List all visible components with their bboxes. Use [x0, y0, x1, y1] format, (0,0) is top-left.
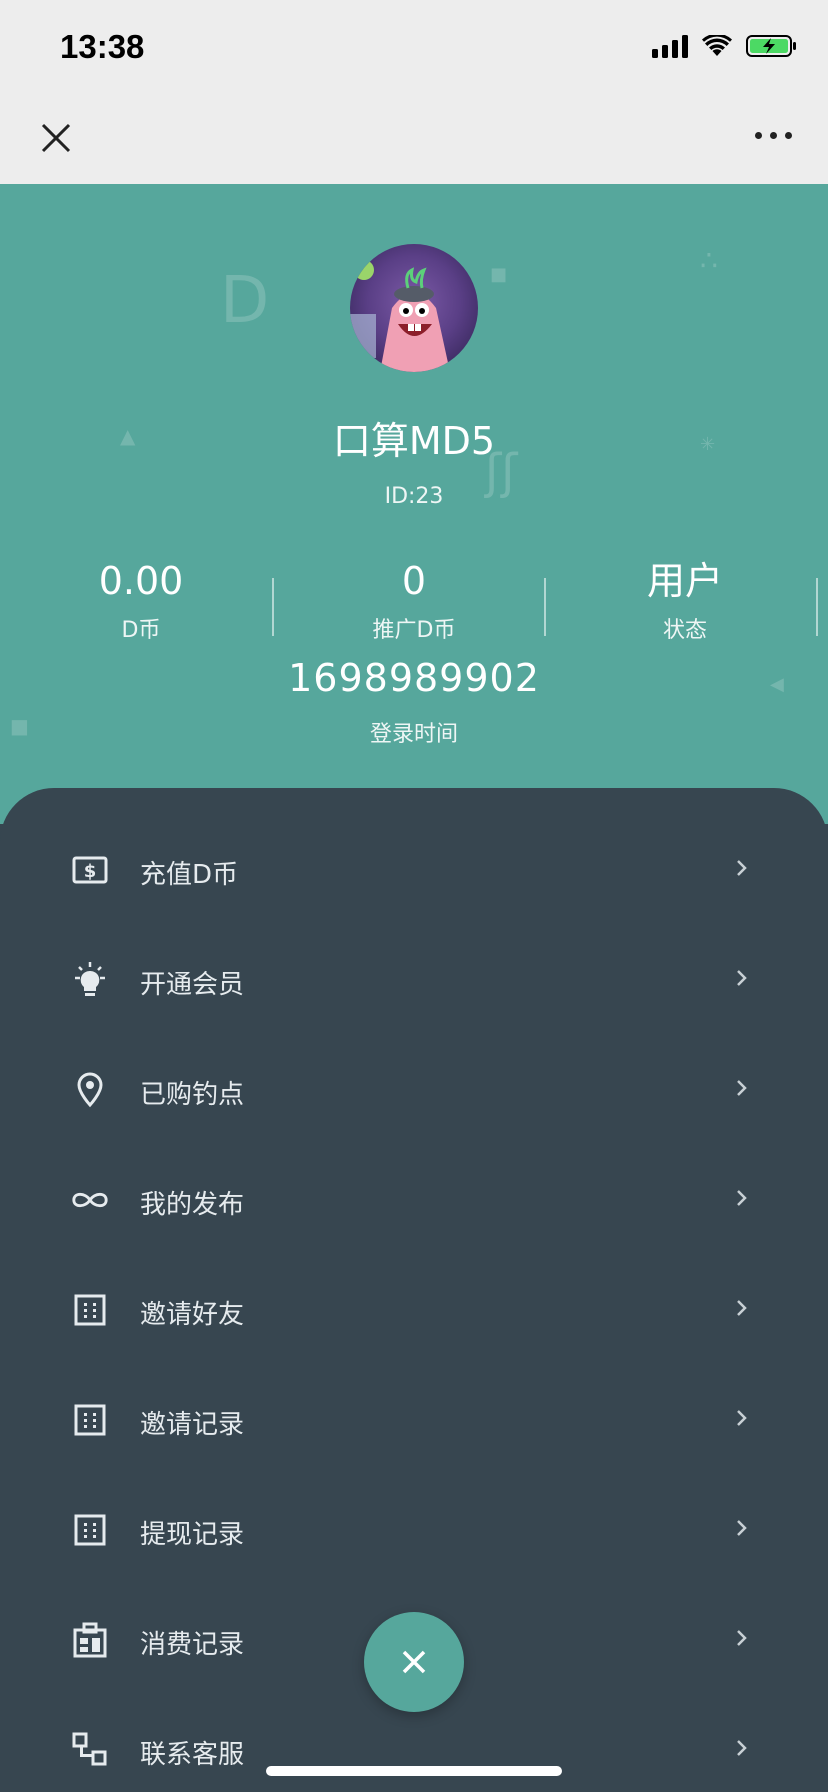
- menu-item-purchased-spots[interactable]: 已购钓点: [0, 1034, 828, 1144]
- decoration-icon: D: [220, 264, 270, 338]
- stat-value: 0.00: [98, 559, 184, 603]
- stats-row: 0.00 D币 0 推广D币 用户 状态: [0, 556, 828, 656]
- profile-header: D ʃʃ ∴ ▲ ■ ◀ ■ ✳ 口算MD5 ID:23 0.00 D币 0 推…: [0, 184, 828, 824]
- chevron-right-icon: [734, 1516, 750, 1540]
- nav-bar: [0, 92, 828, 184]
- login-time-value: 1698989902: [288, 656, 540, 700]
- chevron-right-icon: [734, 1296, 750, 1320]
- dotted-grid-icon: [70, 1400, 110, 1440]
- decoration-icon: ■: [490, 264, 508, 285]
- menu-item-label: 充值D币: [140, 860, 239, 890]
- decoration-icon: ∴: [700, 244, 718, 277]
- avatar[interactable]: [350, 244, 478, 372]
- chevron-right-icon: [734, 856, 750, 880]
- menu-item-label: 已购钓点: [140, 1080, 245, 1110]
- infinity-icon: [70, 1180, 110, 1220]
- stat-label: 推广D币: [372, 618, 456, 643]
- location-pin-icon: [70, 1070, 110, 1110]
- profile-name: 口算MD5: [332, 419, 496, 463]
- dotted-grid-icon: [70, 1510, 110, 1550]
- menu-item-invite-friends[interactable]: 邀请好友: [0, 1254, 828, 1364]
- widgets-icon: [70, 1730, 110, 1770]
- stats-divider: [544, 578, 546, 636]
- chevron-right-icon: [734, 1626, 750, 1650]
- menu-item-my-posts[interactable]: 我的发布: [0, 1144, 828, 1254]
- menu-item-invite-records[interactable]: 邀请记录: [0, 1364, 828, 1474]
- chevron-right-icon: [734, 1736, 750, 1760]
- menu-item-label: 邀请记录: [140, 1410, 245, 1440]
- stat-promo-d-coin[interactable]: 0 推广D币: [278, 556, 550, 644]
- stat-label: D币: [121, 618, 161, 643]
- stat-value: 用户: [646, 559, 723, 603]
- battery-charging-icon: [746, 34, 798, 58]
- building-icon: [70, 1620, 110, 1660]
- login-time-label: 登录时间: [369, 722, 458, 747]
- chevron-right-icon: [734, 1186, 750, 1210]
- chevron-right-icon: [734, 966, 750, 990]
- lightbulb-icon: [70, 960, 110, 1000]
- stat-value: 0: [401, 559, 427, 603]
- status-time: 13:38: [60, 28, 145, 65]
- wifi-icon: [702, 35, 732, 57]
- stat-d-coin[interactable]: 0.00 D币: [5, 556, 277, 644]
- close-icon[interactable]: [40, 122, 72, 154]
- dollar-bill-icon: $: [70, 850, 110, 890]
- menu-item-label: 我的发布: [140, 1190, 245, 1220]
- home-indicator[interactable]: [266, 1766, 562, 1776]
- menu-item-recharge[interactable]: $ 充值D币: [0, 814, 828, 924]
- close-icon: [402, 1650, 426, 1674]
- menu-item-label: 提现记录: [140, 1520, 245, 1550]
- svg-text:$: $: [84, 861, 97, 882]
- menu-item-label: 邀请好友: [140, 1300, 245, 1330]
- chevron-right-icon: [734, 1406, 750, 1430]
- menu-item-label: 消费记录: [140, 1630, 245, 1660]
- dotted-grid-icon: [70, 1290, 110, 1330]
- stats-divider: [272, 578, 274, 636]
- menu-item-label: 开通会员: [140, 970, 245, 1000]
- more-options-icon[interactable]: [755, 132, 792, 139]
- menu-item-label: 联系客服: [140, 1740, 245, 1770]
- stat-status[interactable]: 用户 状态: [549, 556, 821, 644]
- menu-item-withdraw-records[interactable]: 提现记录: [0, 1474, 828, 1584]
- profile-id: ID:23: [384, 484, 444, 509]
- stats-divider: [816, 578, 818, 636]
- chevron-right-icon: [734, 1076, 750, 1100]
- menu-item-membership[interactable]: 开通会员: [0, 924, 828, 1034]
- status-icons: [652, 34, 798, 58]
- status-bar: 13:38: [0, 0, 828, 92]
- close-fab-button[interactable]: [364, 1612, 464, 1712]
- cellular-signal-icon: [652, 34, 688, 58]
- stat-label: 状态: [662, 618, 707, 643]
